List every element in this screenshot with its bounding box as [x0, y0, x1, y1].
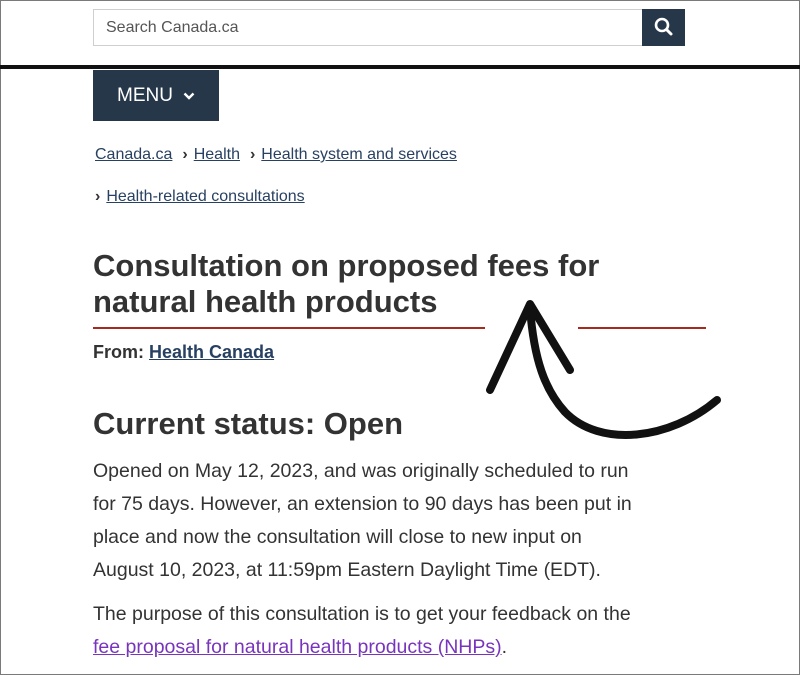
- status-line-3: place and now the consultation will clos…: [93, 526, 582, 548]
- status-line-4: August 10, 2023, at 11:59pm Eastern Dayl…: [93, 559, 601, 581]
- breadcrumb: Canada.ca › Health › Health system and servi…: [95, 146, 457, 164]
- arrow-shaft: [526, 304, 721, 439]
- status-paragraph: Opened on May 12, 2023, and was original…: [93, 455, 693, 587]
- from-link-health-canada[interactable]: Health Canada: [149, 342, 274, 362]
- fee-proposal-link[interactable]: fee proposal for natural health products…: [93, 636, 502, 658]
- breadcrumb-link-health[interactable]: Health: [194, 146, 240, 163]
- status-heading: Current status: Open: [93, 406, 404, 441]
- title-underline: [93, 327, 485, 329]
- chevron-right-icon: ›: [95, 188, 101, 205]
- header-divider: [0, 65, 800, 69]
- menu-label: MENU: [117, 84, 173, 106]
- purpose-paragraph: The purpose of this consultation is to g…: [93, 598, 693, 664]
- search-input[interactable]: [94, 10, 644, 45]
- chevron-down-icon: [183, 92, 195, 100]
- from-line: From: Health Canada: [93, 342, 274, 363]
- from-label: From:: [93, 342, 144, 362]
- search-button[interactable]: [642, 9, 685, 46]
- chevron-right-icon: ›: [182, 146, 188, 163]
- status-line-2: for 75 days. However, an extension to 90…: [93, 493, 632, 515]
- breadcrumb-link-consultations[interactable]: Health-related consultations: [106, 188, 304, 205]
- hand-drawn-arrow: [486, 300, 721, 439]
- menu-button[interactable]: MENU: [93, 70, 219, 121]
- chevron-right-icon: ›: [249, 146, 256, 163]
- page-title-line1: Consultation on proposed fees for: [93, 248, 600, 283]
- breadcrumb-link-health-system[interactable]: Health system and services: [261, 146, 457, 163]
- search-bar: [93, 9, 685, 46]
- purpose-end: .: [501, 636, 508, 658]
- purpose-text: The purpose of this consultation is to g…: [93, 603, 631, 625]
- search-icon: [654, 17, 673, 36]
- breadcrumb-link-canada[interactable]: Canada.ca: [95, 146, 172, 163]
- page-title-line2: natural health products: [93, 284, 438, 319]
- breadcrumb-second-row: › Health-related consultations: [95, 188, 305, 206]
- status-line-1: Opened on May 12, 2023, and was original…: [93, 460, 629, 482]
